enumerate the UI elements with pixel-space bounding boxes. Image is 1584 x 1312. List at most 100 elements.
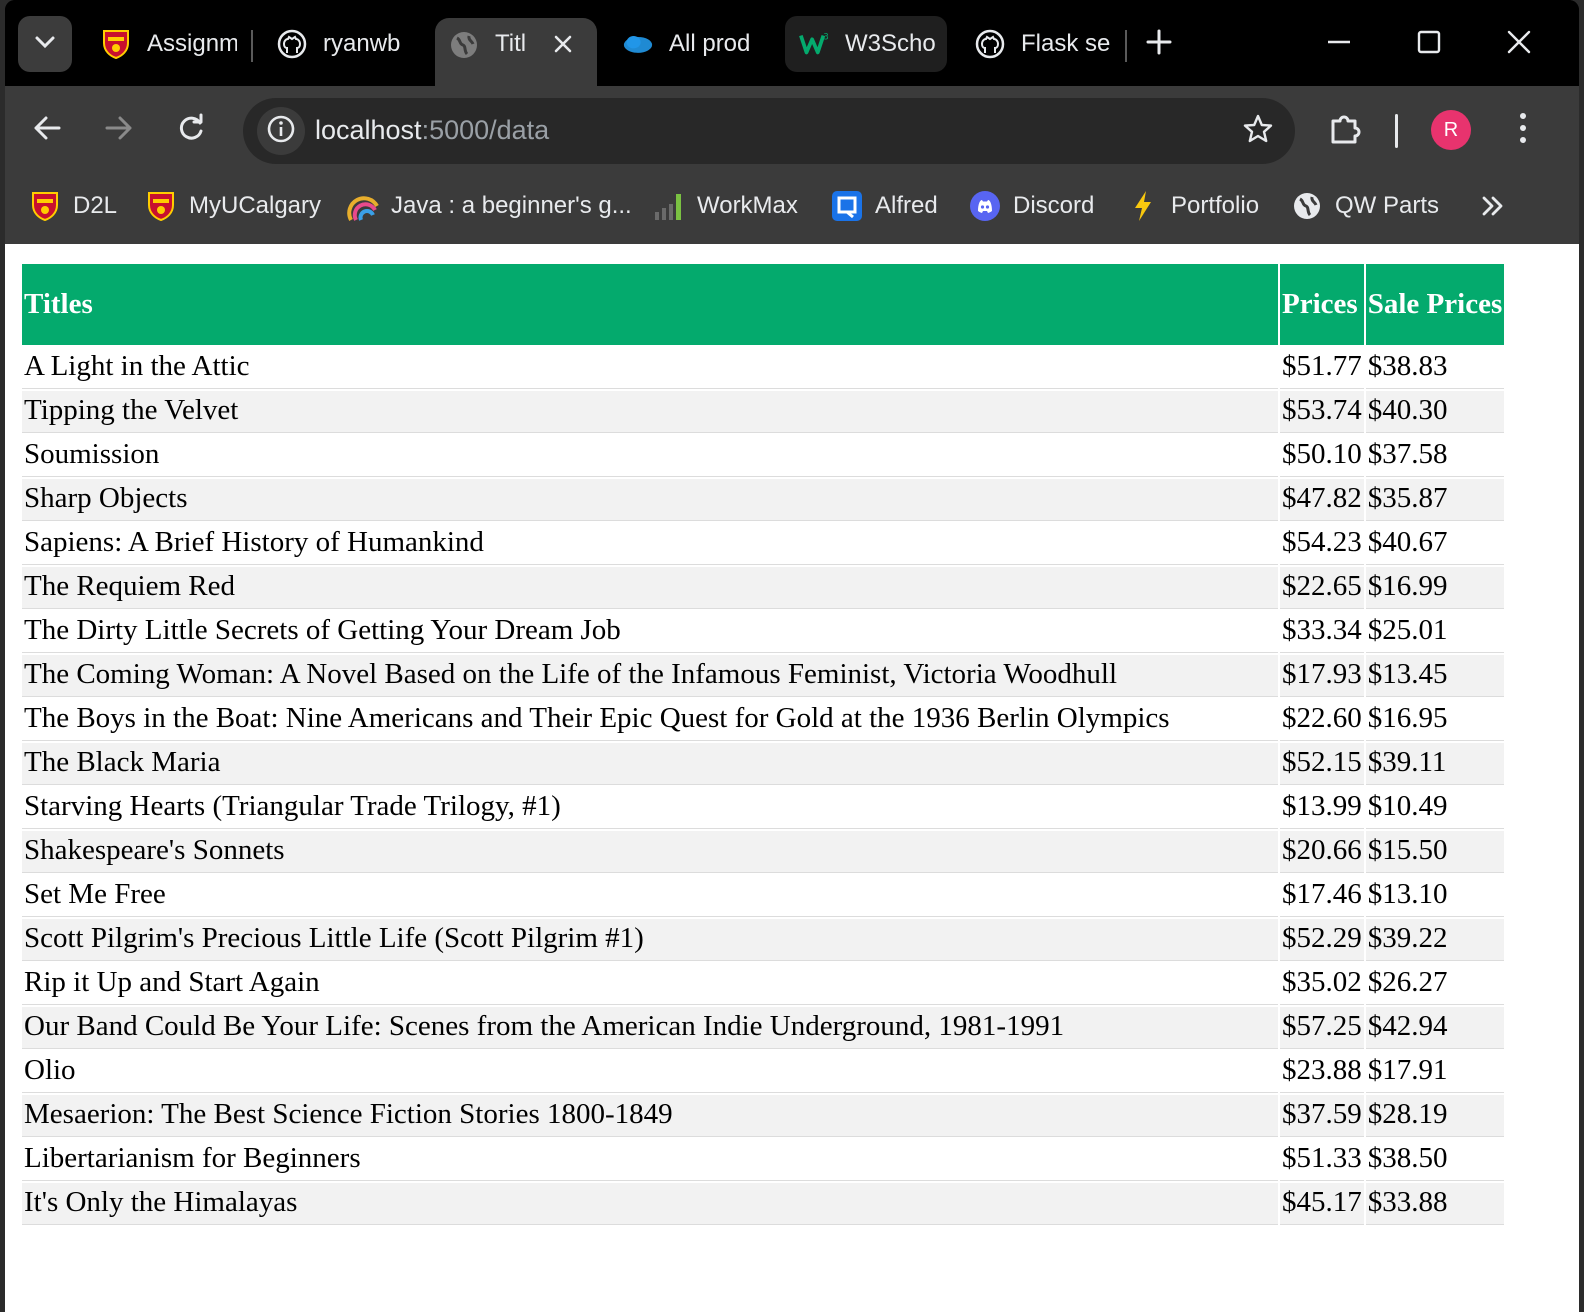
tab-label: ryanwb: [323, 30, 401, 57]
bookmark-label: MyUCalgary: [189, 192, 322, 219]
tab-label: Flask se: [1021, 30, 1111, 57]
cell-sale-price: $40.30: [1365, 391, 1505, 433]
cell-title: Mesaerion: The Best Science Fiction Stor…: [22, 1095, 1278, 1137]
table-row: Our Band Could Be Your Life: Scenes from…: [22, 1007, 1505, 1049]
tab-strip: Assignm ryanwb Titl All prod 3 W3Scho Fl…: [5, 0, 1579, 90]
globe-icon: [449, 30, 479, 60]
github-icon: [975, 29, 1005, 59]
cell-title: Our Band Could Be Your Life: Scenes from…: [22, 1007, 1278, 1049]
bookmark-discord[interactable]: Discord: [969, 186, 1094, 226]
github-icon: [277, 29, 307, 59]
new-tab-button[interactable]: [1137, 22, 1181, 66]
tab-assignment[interactable]: Assignm: [87, 16, 237, 72]
bookmark-portfolio[interactable]: Portfolio: [1127, 186, 1259, 226]
site-info-button[interactable]: [257, 107, 305, 155]
maximize-icon: [1416, 29, 1442, 60]
tab-w3schools[interactable]: 3 W3Scho: [785, 16, 947, 72]
bookmark-alfred[interactable]: Alfred: [831, 186, 938, 226]
cell-sale-price: $38.50: [1365, 1139, 1505, 1181]
chevron-down-icon: [34, 35, 56, 54]
cell-sale-price: $10.49: [1365, 787, 1505, 829]
reload-icon: [176, 113, 206, 148]
cell-price: $52.29: [1280, 919, 1364, 961]
minimize-button[interactable]: [1317, 22, 1361, 66]
info-icon: [266, 114, 296, 149]
arrow-left-icon: [32, 113, 62, 148]
cell-title: The Boys in the Boat: Nine Americans and…: [22, 699, 1278, 741]
tab-label: W3Scho: [845, 30, 936, 57]
rainbow-icon: [347, 190, 379, 222]
cell-title: Scott Pilgrim's Precious Little Life (Sc…: [22, 919, 1278, 961]
bookmark-label: Discord: [1013, 192, 1095, 219]
cell-price: $51.33: [1280, 1139, 1364, 1181]
tab-label: Assignm: [147, 30, 237, 57]
cell-price: $51.77: [1280, 347, 1364, 389]
tab-flask[interactable]: Flask se: [961, 16, 1111, 72]
tab-search-button[interactable]: [18, 16, 72, 72]
url-text[interactable]: localhost:5000/data: [315, 115, 549, 146]
table-row: The Black Maria $52.15 $39.11: [22, 743, 1505, 785]
tab-github-ryanwb[interactable]: ryanwb: [263, 16, 413, 72]
cell-sale-price: $35.87: [1365, 479, 1505, 521]
cell-price: $52.15: [1280, 743, 1364, 785]
cell-title: Soumission: [22, 435, 1278, 477]
cell-title: Tipping the Velvet: [22, 391, 1278, 433]
table-row: The Requiem Red $22.65 $16.99: [22, 567, 1505, 609]
bookmark-myucalgary[interactable]: MyUCalgary: [145, 186, 321, 226]
table-row: The Dirty Little Secrets of Getting Your…: [22, 611, 1505, 653]
cell-sale-price: $25.01: [1365, 611, 1505, 653]
table-header-row: Titles Prices Sale Prices: [22, 264, 1505, 345]
profile-avatar[interactable]: R: [1431, 110, 1471, 150]
close-window-button[interactable]: [1497, 22, 1541, 66]
arrow-right-icon: [104, 113, 134, 148]
column-header-prices: Prices: [1280, 264, 1364, 345]
tab-titles-active[interactable]: Titl: [435, 18, 597, 90]
tab-separator: [1125, 30, 1127, 62]
table-row: Rip it Up and Start Again $35.02 $26.27: [22, 963, 1505, 1005]
tab-label: Titl: [495, 30, 527, 57]
back-button[interactable]: [23, 106, 71, 154]
cell-price: $54.23: [1280, 523, 1364, 565]
maximize-button[interactable]: [1407, 22, 1451, 66]
more-bookmarks-button[interactable]: [1475, 190, 1511, 226]
bookmark-label: Java : a beginner's g...: [391, 192, 632, 219]
close-tab-icon[interactable]: [549, 30, 577, 58]
table-row: It's Only the Himalayas $45.17 $33.88: [22, 1183, 1505, 1225]
cell-sale-price: $37.58: [1365, 435, 1505, 477]
cell-title: The Coming Woman: A Novel Based on the L…: [22, 655, 1278, 697]
cell-title: Rip it Up and Start Again: [22, 963, 1278, 1005]
url-path: :5000/data: [421, 115, 550, 145]
bookmark-label: Alfred: [875, 192, 938, 219]
cell-sale-price: $28.19: [1365, 1095, 1505, 1137]
minimize-icon: [1326, 29, 1352, 60]
cell-sale-price: $42.94: [1365, 1007, 1505, 1049]
globe-icon: [1291, 190, 1323, 222]
bookmark-workmax[interactable]: WorkMax: [653, 186, 798, 226]
bookmark-star-button[interactable]: [1235, 108, 1281, 154]
cell-title: Starving Hearts (Triangular Trade Trilog…: [22, 787, 1278, 829]
cell-price: $22.65: [1280, 567, 1364, 609]
browser-toolbar: localhost:5000/data R: [5, 86, 1579, 174]
menu-button[interactable]: [1499, 106, 1547, 154]
cell-title: The Requiem Red: [22, 567, 1278, 609]
cell-price: $20.66: [1280, 831, 1364, 873]
university-crest-icon: [29, 190, 61, 222]
cell-sale-price: $38.83: [1365, 347, 1505, 389]
reload-button[interactable]: [167, 106, 215, 154]
address-bar[interactable]: localhost:5000/data: [243, 98, 1295, 164]
cell-price: $33.34: [1280, 611, 1364, 653]
bookmark-qw-parts[interactable]: QW Parts: [1291, 186, 1439, 226]
bookmark-d2l[interactable]: D2L: [29, 186, 117, 226]
tab-all-products[interactable]: All prod: [609, 16, 769, 72]
page-viewport: Titles Prices Sale Prices A Light in the…: [5, 244, 1579, 1312]
column-header-titles: Titles: [22, 264, 1278, 345]
extensions-button[interactable]: [1321, 106, 1369, 154]
bookmark-java-beginners-guide[interactable]: Java : a beginner's g...: [347, 186, 632, 226]
plus-icon: [1146, 29, 1172, 60]
cell-title: Sapiens: A Brief History of Humankind: [22, 523, 1278, 565]
svg-text:3: 3: [823, 31, 828, 41]
url-host: localhost: [315, 115, 422, 145]
cell-sale-price: $39.22: [1365, 919, 1505, 961]
cell-price: $35.02: [1280, 963, 1364, 1005]
forward-button[interactable]: [95, 106, 143, 154]
